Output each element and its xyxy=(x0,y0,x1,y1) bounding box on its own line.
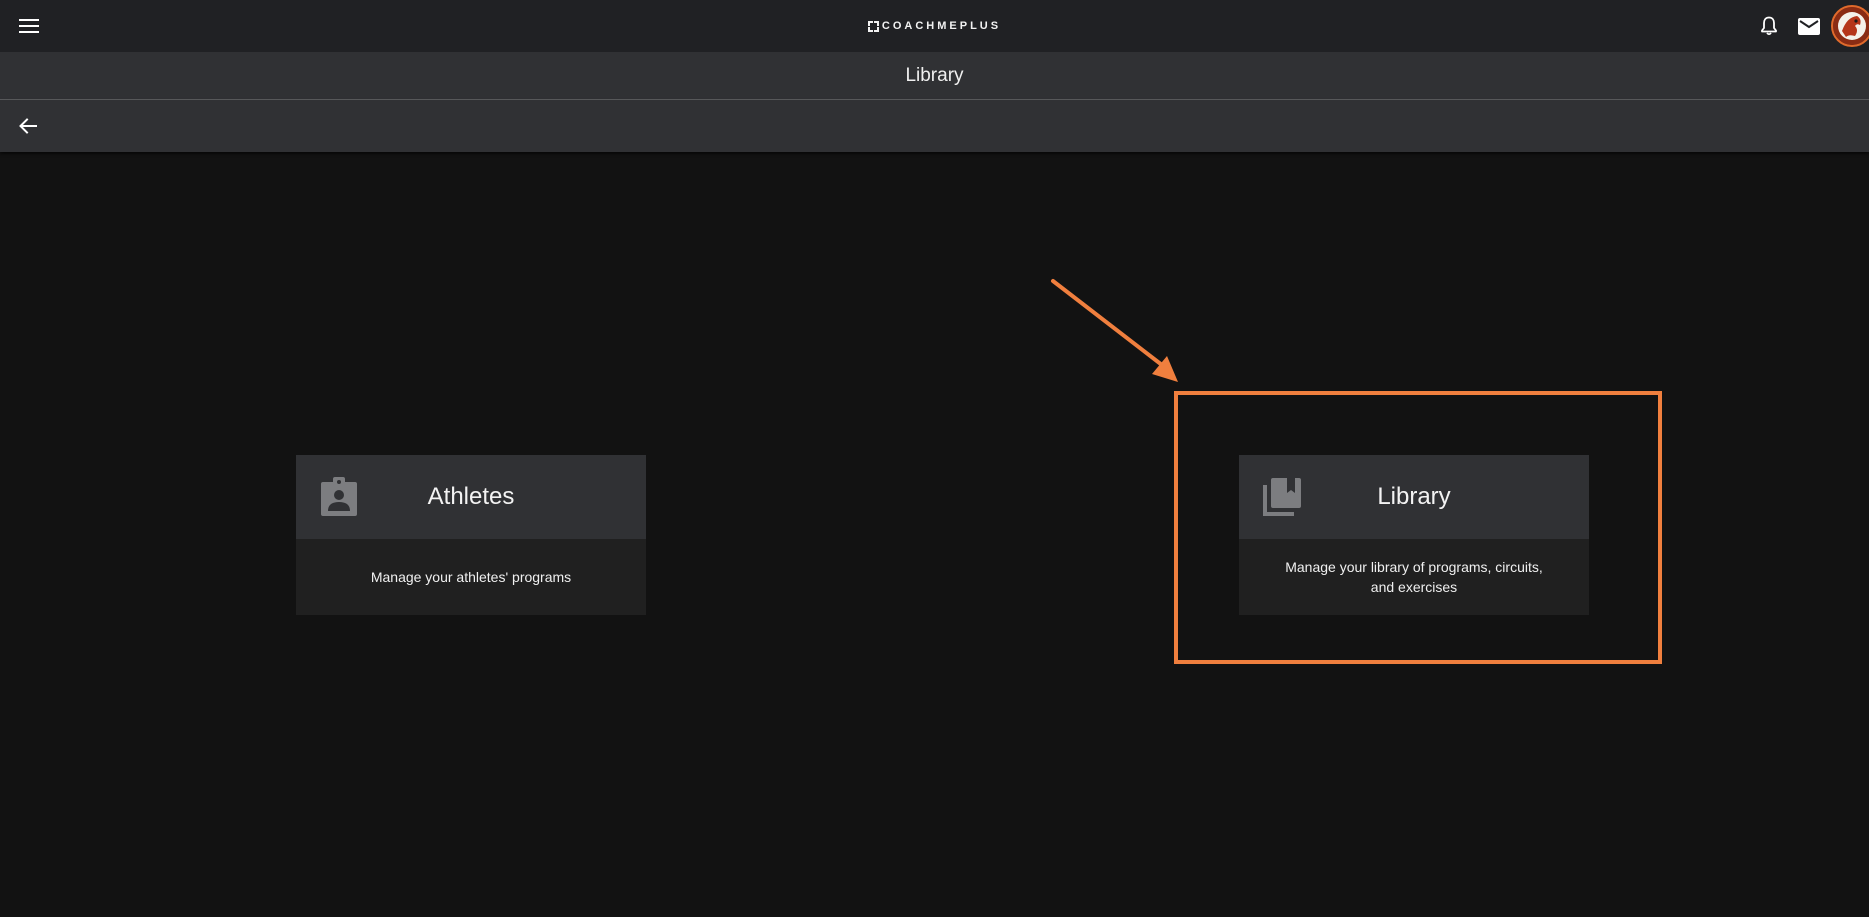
library-card-header: Library xyxy=(1239,455,1589,539)
athletes-card-description: Manage your athletes' programs xyxy=(370,569,572,585)
library-card[interactable]: Library Manage your library of programs,… xyxy=(1239,455,1589,615)
avatar[interactable] xyxy=(1831,5,1869,47)
athletes-card-title: Athletes xyxy=(427,483,515,510)
hamburger-menu-icon[interactable] xyxy=(14,11,44,41)
athletes-card-body: Manage your athletes' programs xyxy=(296,539,646,615)
topbar-actions xyxy=(1749,0,1869,52)
brand-logo[interactable]: COACHMEPLUS xyxy=(867,20,1002,32)
sub-toolbar xyxy=(0,100,1869,152)
bell-icon[interactable] xyxy=(1749,6,1789,46)
athletes-card-header: Athletes xyxy=(296,455,646,539)
brand-name: COACHMEPLUS xyxy=(881,20,1002,32)
athletes-card[interactable]: Athletes Manage your athletes' programs xyxy=(296,455,646,615)
library-card-title: Library xyxy=(1377,483,1451,510)
library-card-description: Manage your library of programs, circuit… xyxy=(1285,559,1543,595)
mail-icon[interactable] xyxy=(1789,6,1829,46)
contact-badge-icon xyxy=(321,477,357,516)
library-books-icon xyxy=(1263,478,1301,516)
brand-mark-icon xyxy=(867,20,879,32)
annotation-arrow-icon xyxy=(1051,279,1178,382)
page-title: Library xyxy=(905,64,964,86)
page-title-bar: Library xyxy=(0,52,1869,100)
arrow-left-icon[interactable] xyxy=(12,112,44,140)
top-app-bar: COACHMEPLUS xyxy=(0,0,1869,52)
library-card-body: Manage your library of programs, circuit… xyxy=(1239,539,1589,615)
